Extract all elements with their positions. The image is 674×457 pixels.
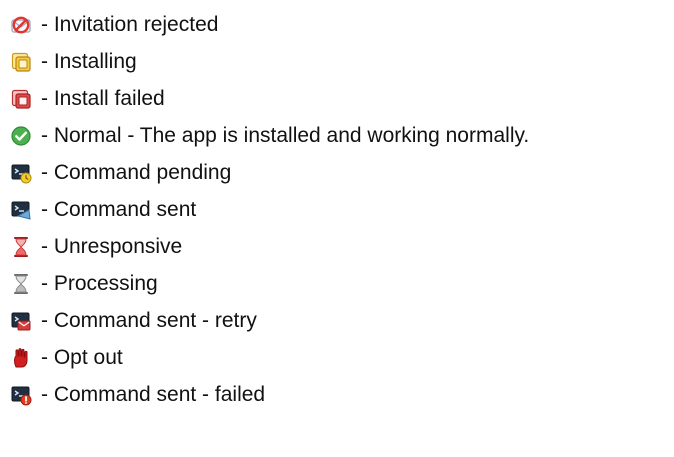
legend-row-command-pending: - Command pending xyxy=(10,154,670,191)
command-sent-icon xyxy=(10,199,32,221)
legend-label: - Command pending xyxy=(41,161,232,184)
legend-row-command-sent-retry: - Command sent - retry xyxy=(10,302,670,339)
legend-label: - Install failed xyxy=(41,87,165,110)
installing-icon xyxy=(10,51,32,73)
legend-label: - Invitation rejected xyxy=(41,13,219,36)
legend-label: - Normal - The app is installed and work… xyxy=(41,124,530,147)
normal-check-icon xyxy=(10,125,32,147)
legend-label: - Processing xyxy=(41,272,158,295)
legend-row-unresponsive: - Unresponsive xyxy=(10,228,670,265)
legend-row-opt-out: - Opt out xyxy=(10,339,670,376)
command-sent-retry-icon xyxy=(10,310,32,332)
legend-label: - Command sent - retry xyxy=(41,309,257,332)
legend-row-installing: - Installing xyxy=(10,43,670,80)
legend-row-processing: - Processing xyxy=(10,265,670,302)
status-legend: - Invitation rejected - Installing - Ins… xyxy=(10,6,670,413)
install-failed-icon xyxy=(10,88,32,110)
legend-row-command-sent: - Command sent xyxy=(10,191,670,228)
opt-out-hand-icon xyxy=(10,347,32,369)
command-sent-failed-icon xyxy=(10,384,32,406)
legend-row-normal: - Normal - The app is installed and work… xyxy=(10,117,670,154)
legend-label: - Installing xyxy=(41,50,137,73)
unresponsive-hourglass-icon xyxy=(10,236,32,258)
legend-row-install-failed: - Install failed xyxy=(10,80,670,117)
legend-label: - Unresponsive xyxy=(41,235,183,258)
invitation-rejected-icon xyxy=(10,14,32,36)
legend-label: - Command sent - failed xyxy=(41,383,266,406)
legend-label: - Opt out xyxy=(41,346,123,369)
command-pending-icon xyxy=(10,162,32,184)
legend-label: - Command sent xyxy=(41,198,197,221)
legend-row-command-sent-failed: - Command sent - failed xyxy=(10,376,670,413)
legend-row-invitation-rejected: - Invitation rejected xyxy=(10,6,670,43)
processing-hourglass-icon xyxy=(10,273,32,295)
